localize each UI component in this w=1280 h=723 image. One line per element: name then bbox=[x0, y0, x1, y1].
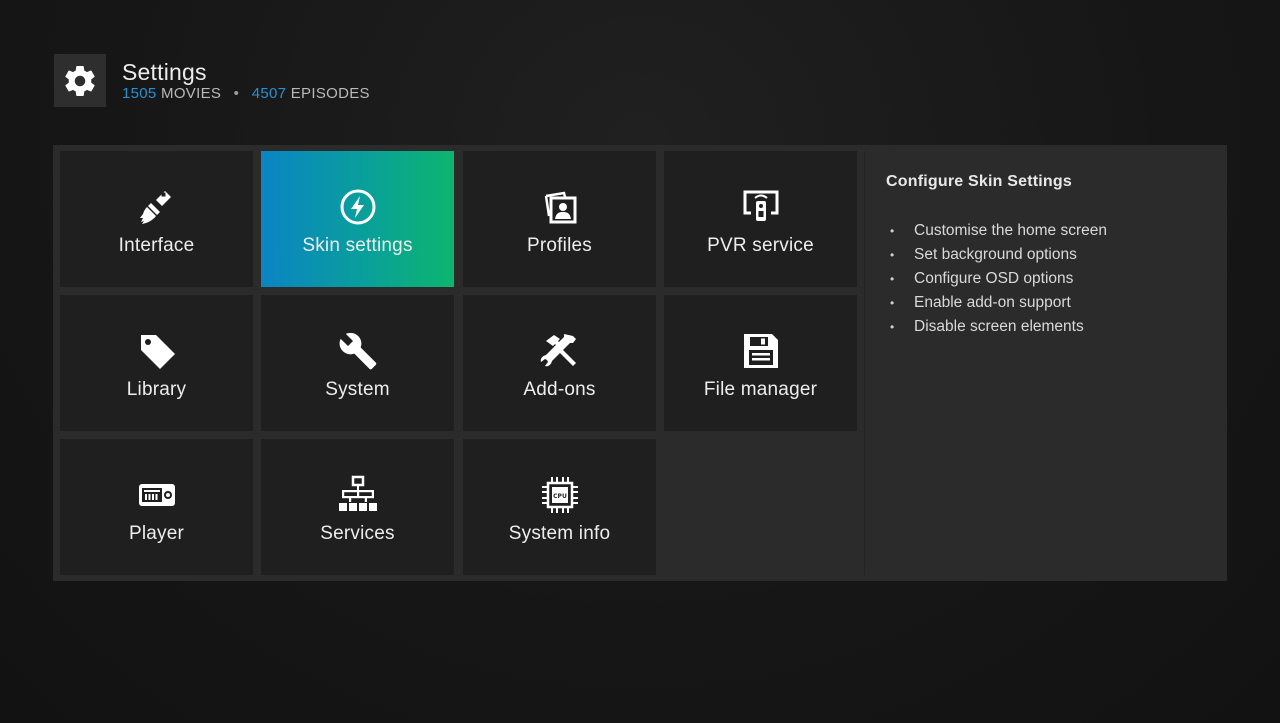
movies-label: MOVIES bbox=[161, 84, 222, 102]
tile-library[interactable]: Library bbox=[60, 295, 253, 431]
info-title: Configure Skin Settings bbox=[886, 173, 1072, 190]
info-list-item: Configure OSD options bbox=[886, 267, 1206, 291]
tile-label: Profiles bbox=[527, 235, 592, 256]
library-stats: 1505 MOVIES • 4507 EPISODES bbox=[122, 85, 370, 103]
network-hierarchy-icon bbox=[338, 475, 378, 515]
cpu-label: CPU bbox=[553, 493, 567, 500]
tile-label: Player bbox=[128, 523, 185, 544]
page-title: Settings bbox=[122, 58, 207, 85]
info-list: Customise the home screen Set background… bbox=[886, 219, 1206, 339]
info-list-item: Enable add-on support bbox=[886, 291, 1206, 315]
tile-add-ons[interactable]: Add-ons bbox=[463, 295, 656, 431]
panel-divider bbox=[864, 151, 865, 575]
tile-file-manager[interactable]: File manager bbox=[664, 295, 857, 431]
cpu-chip-icon: CPU bbox=[540, 475, 580, 515]
tile-label: PVR service bbox=[707, 235, 814, 256]
tile-label: Add-ons bbox=[523, 379, 596, 400]
tile-label: Skin settings bbox=[302, 235, 413, 256]
info-panel: Configure Skin Settings Customise the ho… bbox=[886, 173, 1206, 339]
header: Settings 1505 MOVIES • 4507 EPISODES bbox=[54, 54, 370, 107]
tile-label: System bbox=[325, 379, 390, 400]
tile-system[interactable]: System bbox=[261, 295, 454, 431]
episodes-label: EPISODES bbox=[290, 84, 370, 102]
episodes-count: 4507 bbox=[251, 84, 287, 102]
floppy-disk-icon bbox=[741, 331, 781, 371]
tile-label: Services bbox=[320, 523, 395, 544]
movies-count: 1505 bbox=[122, 84, 157, 102]
info-list-item: Set background options bbox=[886, 243, 1206, 267]
header-text: Settings 1505 MOVIES • 4507 EPISODES bbox=[122, 59, 370, 103]
info-list-item: Disable screen elements bbox=[886, 315, 1206, 339]
wrench-icon bbox=[338, 331, 378, 371]
tile-label: Interface bbox=[118, 235, 195, 256]
tag-icon bbox=[137, 331, 177, 371]
player-icon bbox=[137, 475, 177, 515]
stats-separator: • bbox=[233, 84, 240, 102]
gear-icon bbox=[65, 65, 95, 96]
tile-label: System info bbox=[508, 523, 611, 544]
lightning-circle-icon bbox=[338, 187, 378, 227]
tile-pvr-service[interactable]: PVR service bbox=[664, 151, 857, 287]
tile-services[interactable]: Services bbox=[261, 439, 454, 575]
paintbrush-icon bbox=[137, 187, 177, 227]
profile-photos-icon bbox=[540, 187, 580, 227]
pvr-tv-icon bbox=[741, 187, 781, 227]
tile-skin-settings[interactable]: Skin settings bbox=[261, 151, 454, 287]
tile-label: Library bbox=[126, 379, 187, 400]
tile-system-info[interactable]: CPU System info bbox=[463, 439, 656, 575]
tools-icon bbox=[540, 331, 580, 371]
settings-header-icon-box bbox=[54, 54, 106, 107]
tile-profiles[interactable]: Profiles bbox=[463, 151, 656, 287]
info-list-item: Customise the home screen bbox=[886, 219, 1206, 243]
tile-label: File manager bbox=[703, 379, 818, 400]
tile-player[interactable]: Player bbox=[60, 439, 253, 575]
settings-panel: Interface Skin settings Profiles PVR ser… bbox=[53, 145, 1227, 581]
tile-interface[interactable]: Interface bbox=[60, 151, 253, 287]
